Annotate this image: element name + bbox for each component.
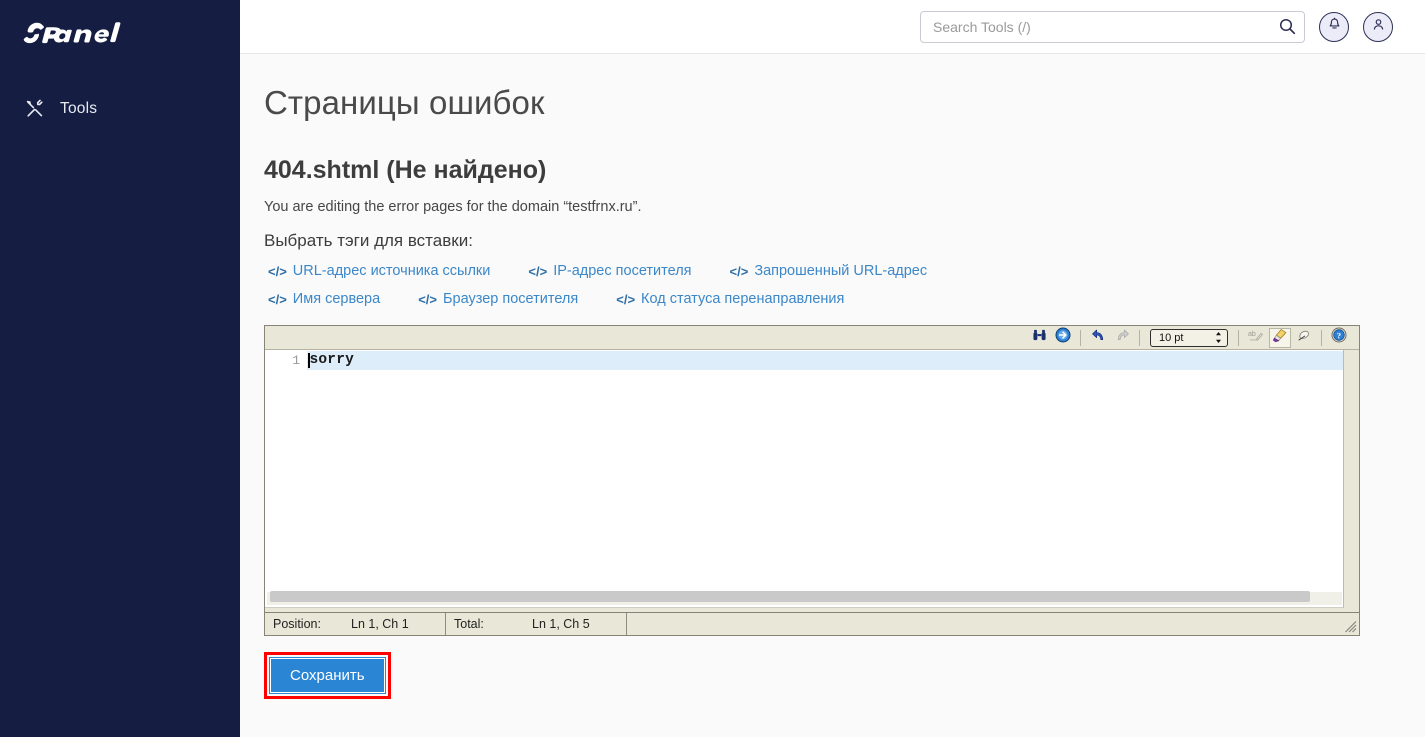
resize-grip-icon[interactable]	[1344, 620, 1357, 633]
redo-button[interactable]	[1111, 328, 1133, 348]
toolbar-separator	[1080, 329, 1081, 346]
spellcheck-abc-icon: ab	[1248, 328, 1264, 347]
font-size-container: 10 pt	[1145, 328, 1233, 347]
status-position-label: Position:	[273, 617, 321, 631]
tag-link-requested-url[interactable]: </> Запрошенный URL-адрес	[726, 263, 932, 279]
code-text-area[interactable]: 1 sorry	[265, 350, 1344, 608]
bell-icon	[1327, 17, 1342, 37]
code-line-text: sorry	[309, 352, 355, 368]
status-total-value: Ln 1, Ch 5	[532, 617, 590, 631]
code-tag-icon: </>	[418, 291, 437, 307]
erase-button[interactable]	[1293, 328, 1315, 348]
tag-link-label: URL-адрес источника ссылки	[292, 263, 491, 279]
tag-link-redirect-status-code[interactable]: </> Код статуса перенаправления	[612, 291, 848, 307]
help-question-icon: ?	[1331, 327, 1347, 348]
svg-text:ab: ab	[1248, 331, 1256, 338]
user-icon	[1371, 17, 1386, 37]
topbar	[240, 0, 1425, 54]
editor-toolbar: 10 pt ab ?	[265, 326, 1359, 350]
tag-links-group: </> URL-адрес источника ссылки </> IP-ад…	[264, 263, 1363, 307]
tag-row: </> Имя сервера </> Браузер посетителя <…	[264, 291, 1363, 307]
redo-arrow-icon	[1115, 328, 1130, 347]
tag-row: </> URL-адрес источника ссылки </> IP-ад…	[264, 263, 1363, 279]
binoculars-find-icon	[1032, 328, 1047, 347]
status-total-cell: Total: Ln 1, Ch 5	[446, 613, 627, 635]
svg-text:?: ?	[1337, 330, 1341, 340]
search-input[interactable]	[920, 10, 1305, 43]
tag-link-server-name[interactable]: </> Имя сервера	[264, 291, 384, 307]
horizontal-scrollbar-thumb[interactable]	[270, 591, 1310, 602]
tag-link-referer-url[interactable]: </> URL-адрес источника ссылки	[264, 263, 494, 279]
undo-arrow-icon	[1091, 328, 1106, 347]
notifications-button[interactable]	[1319, 11, 1349, 42]
horizontal-scrollbar-track[interactable]	[267, 591, 1342, 605]
editor-status-bar: Position: Ln 1, Ch 1 Total: Ln 1, Ch 5	[265, 612, 1359, 635]
search-container	[920, 10, 1305, 43]
code-line-1[interactable]: sorry	[307, 351, 1343, 370]
help-button[interactable]: ?	[1328, 327, 1350, 348]
status-position-cell: Position: Ln 1, Ch 1	[265, 613, 446, 635]
code-tag-icon: </>	[729, 263, 749, 279]
sidebar-item-tools[interactable]: Tools	[0, 92, 240, 126]
line-number-gutter: 1	[265, 350, 307, 607]
editor-body: 1 sorry	[265, 350, 1359, 612]
save-button[interactable]: Сохранить	[269, 657, 386, 694]
sidebar: Tools	[0, 0, 240, 737]
tag-link-label: IP-адрес посетителя	[553, 263, 692, 279]
tag-link-label: Имя сервера	[292, 291, 381, 307]
tag-link-visitor-ip[interactable]: </> IP-адрес посетителя	[524, 263, 695, 279]
tag-link-label: Браузер посетителя	[442, 291, 579, 307]
line-number: 1	[292, 353, 300, 368]
sidebar-item-label: Tools	[60, 100, 98, 117]
goto-line-button[interactable]	[1052, 327, 1074, 348]
code-tag-icon: </>	[268, 263, 287, 279]
code-tag-icon: </>	[616, 291, 636, 307]
save-button-highlight: Сохранить	[264, 652, 391, 699]
code-tag-icon: </>	[528, 263, 548, 279]
find-button[interactable]	[1028, 328, 1050, 348]
toolbar-separator	[1238, 329, 1239, 346]
tag-link-label: Код статуса перенаправления	[641, 291, 845, 307]
paintbrush-icon	[1272, 328, 1288, 348]
tag-link-label: Запрошенный URL-адрес	[754, 263, 928, 279]
status-position-value: Ln 1, Ch 1	[351, 617, 409, 631]
eraser-icon	[1296, 328, 1312, 347]
cpanel-app: Tools Search Tools (/) Страницы ошибок 4…	[0, 0, 1425, 737]
main-area: Страницы ошибок 404.shtml (Не найдено) Y…	[240, 0, 1425, 737]
undo-button[interactable]	[1087, 328, 1109, 348]
status-total-label: Total:	[454, 617, 484, 631]
tools-icon	[24, 98, 46, 120]
content-area: Страницы ошибок 404.shtml (Не найдено) Y…	[240, 54, 1425, 699]
status-empty-cell	[627, 613, 1359, 635]
code-tag-icon: </>	[268, 291, 287, 307]
page-subtitle: 404.shtml (Не найдено)	[264, 156, 547, 184]
font-size-select[interactable]: 10 pt	[1150, 328, 1228, 347]
page-title: Страницы ошибок	[264, 84, 545, 121]
choose-tags-label: Выбрать тэги для вставки:	[264, 231, 473, 250]
highlight-button[interactable]	[1269, 327, 1291, 348]
code-editor: 10 pt ab ? 1 sorry Position: Ln 1, Ch 1 …	[264, 325, 1360, 636]
toolbar-separator	[1321, 329, 1322, 346]
cpanel-logo[interactable]	[0, 0, 240, 56]
goto-arrow-icon	[1055, 327, 1071, 348]
tag-link-visitor-browser[interactable]: </> Браузер посетителя	[414, 291, 582, 307]
page-description: You are editing the error pages for the …	[264, 199, 642, 215]
spellcheck-button[interactable]: ab	[1245, 328, 1267, 348]
toolbar-separator	[1139, 329, 1140, 346]
account-button[interactable]	[1363, 11, 1393, 42]
